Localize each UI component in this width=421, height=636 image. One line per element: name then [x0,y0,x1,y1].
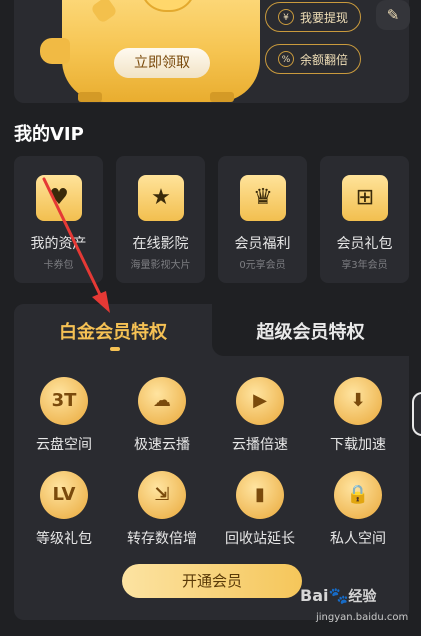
baidu-watermark: Bai🐾经验 [300,586,376,606]
gift-icon: ⊞ [342,175,388,221]
feature-cloud-play-speed[interactable]: ▶ 云播倍速 [214,377,306,454]
card-sublabel: 享3年会员 [341,260,388,271]
tab-label: 超级会员特权 [256,322,365,343]
vip-card-member-benefits[interactable]: ♛ 会员福利 0元享会员 [218,156,307,283]
tab-label: 白金会员特权 [59,322,167,343]
feature-transfer-multiplier[interactable]: ⇲ 转存数倍增 [116,471,208,548]
active-tab-indicator [110,347,120,351]
crown-icon: ♛ [240,175,286,221]
open-membership-button[interactable]: 开通会员 [122,564,302,598]
trash-icon: ▮ [236,471,284,519]
privilege-panel: 超级会员特权 白金会员特权 3T 云盘空间 ☁ 极速云播 ▶ 云播倍速 ⬇ 下载… [14,304,409,620]
clapper-icon: ★ [138,175,184,221]
level-gift-icon: LV [40,471,88,519]
withdraw-button[interactable]: ¥ 我要提现 [265,2,361,32]
feature-recycle-bin-extend[interactable]: ▮ 回收站延长 [214,471,306,548]
feature-label: 回收站延长 [225,531,295,547]
yuan-icon: ¥ [277,9,294,25]
feature-label: 下载加速 [330,437,386,453]
edit-icon: ✎ [386,6,400,24]
watermark-brand2: 经验 [348,589,377,605]
feature-label: 极速云播 [134,437,190,453]
download-icon: ⬇ [334,377,382,425]
lock-icon: 🔒 [334,471,382,519]
balance-double-button[interactable]: % 余额翻倍 [265,44,361,74]
feature-fast-cloud-play[interactable]: ☁ 极速云播 [116,377,208,454]
card-label: 会员礼包 [336,236,393,252]
feature-cloud-space[interactable]: 3T 云盘空间 [18,377,110,454]
feature-label: 云盘空间 [36,437,92,453]
percent-icon: % [277,51,294,67]
feature-level-gift[interactable]: LV 等级礼包 [18,471,110,548]
feature-private-space[interactable]: 🔒 私人空间 [312,471,404,548]
annotation-arrow-icon [42,177,110,313]
piggy-bank-leg [210,92,234,102]
watermark-url: jingyan.baidu.com [316,612,409,623]
feature-label: 转存数倍增 [127,531,197,547]
vip-card-online-cinema[interactable]: ★ 在线影院 海量影视大片 [116,156,205,283]
feature-label: 等级礼包 [36,531,92,547]
storage-3t-icon: 3T [40,377,88,425]
paw-icon: 🐾 [328,586,349,605]
feature-label: 私人空间 [330,531,386,547]
floating-side-handle[interactable] [412,392,421,436]
section-title-my-vip: 我的VIP [14,124,84,145]
balance-double-label: 余额翻倍 [299,52,348,67]
card-sublabel: 海量影视大片 [130,260,191,271]
piggy-bank-snout [40,38,70,64]
transfer-icon: ⇲ [138,471,186,519]
edit-button[interactable]: ✎ [376,0,410,30]
card-sublabel: 0元享会员 [239,260,286,271]
cloud-icon: ☁ [138,377,186,425]
tab-super-member[interactable]: 超级会员特权 [212,304,409,356]
feature-label: 云播倍速 [232,437,288,453]
piggy-bank-leg [78,92,102,102]
withdraw-label: 我要提现 [299,10,348,25]
watermark-brand: Bai [300,586,329,605]
claim-now-button[interactable]: 立即领取 [114,48,210,78]
feature-download-boost[interactable]: ⬇ 下载加速 [312,377,404,454]
card-label: 会员福利 [234,236,291,252]
play-icon: ▶ [236,377,284,425]
card-label: 在线影院 [132,236,189,252]
vip-card-member-gift[interactable]: ⊞ 会员礼包 享3年会员 [320,156,409,283]
